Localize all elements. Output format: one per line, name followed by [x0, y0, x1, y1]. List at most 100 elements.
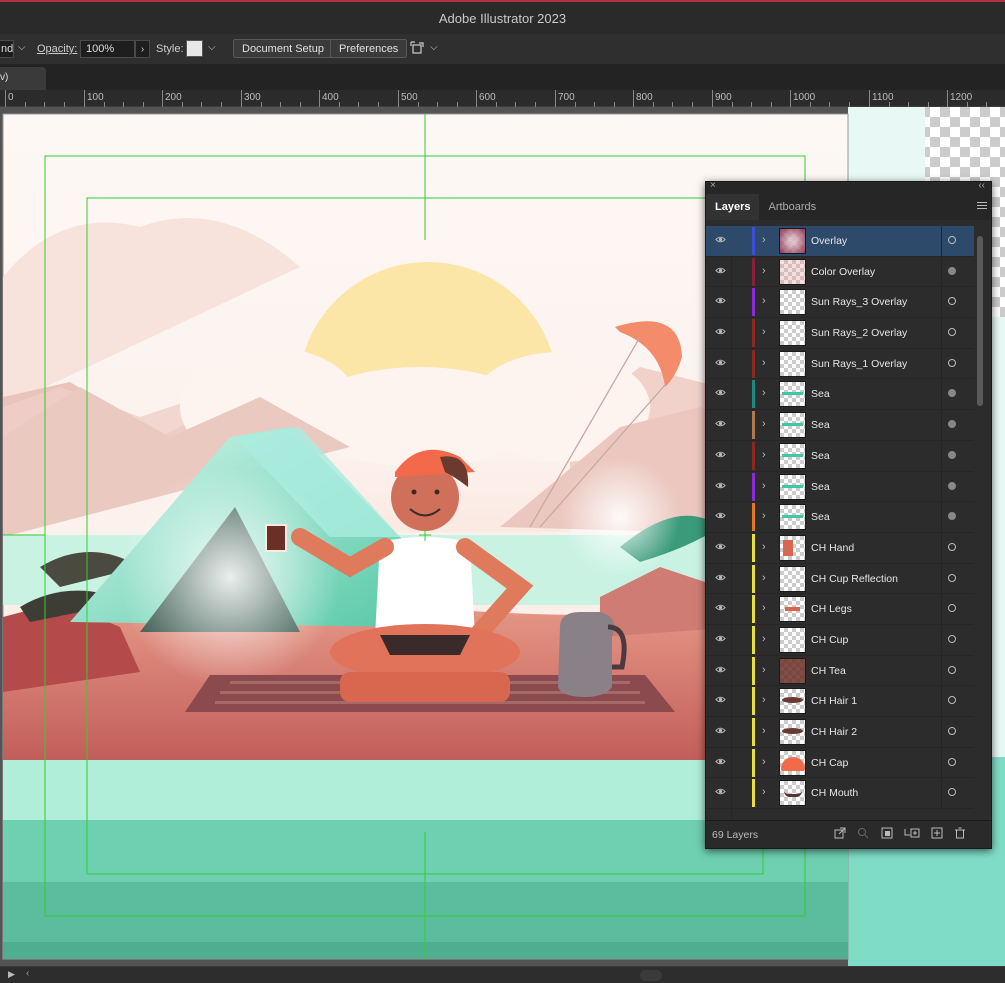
chevron-left-icon[interactable]: ‹ [26, 968, 29, 979]
target-icon[interactable] [948, 573, 956, 582]
horizontal-scroll-thumb[interactable] [640, 970, 662, 981]
document-tab[interactable]: v) [0, 67, 46, 90]
opacity-expand-button[interactable]: › [135, 40, 150, 58]
chevron-right-icon[interactable]: › [762, 510, 766, 522]
eye-icon[interactable] [715, 602, 726, 613]
layer-row[interactable]: › Overlay [706, 226, 974, 257]
eye-icon[interactable] [715, 357, 726, 368]
target-icon[interactable] [948, 328, 956, 337]
eye-icon[interactable] [715, 418, 726, 429]
layer-row[interactable]: › CH Hand [706, 532, 974, 564]
preferences-button[interactable]: Preferences [330, 39, 408, 58]
eye-icon[interactable] [715, 295, 726, 306]
new-sublayer-icon[interactable] [904, 827, 920, 839]
layer-row[interactable]: › CH Cup Reflection [706, 563, 974, 595]
eye-icon[interactable] [715, 510, 726, 521]
target-icon[interactable] [948, 236, 956, 244]
new-layer-icon[interactable] [931, 827, 943, 839]
chevron-right-icon[interactable]: › [762, 602, 766, 614]
eye-icon[interactable] [715, 480, 726, 491]
layer-row[interactable]: › Sun Rays_2 Overlay [706, 318, 974, 349]
chevron-right-icon[interactable]: › [762, 480, 766, 492]
target-icon[interactable] [948, 727, 956, 735]
chevron-right-icon[interactable]: › [762, 357, 766, 369]
eye-icon[interactable] [715, 694, 726, 705]
chevron-right-icon[interactable]: › [762, 572, 766, 584]
target-icon[interactable] [948, 420, 956, 429]
target-icon[interactable] [948, 512, 956, 521]
eye-icon[interactable] [715, 756, 726, 767]
target-icon[interactable] [948, 788, 956, 797]
panel-menu-icon[interactable] [977, 200, 987, 211]
scrollbar-thumb[interactable] [977, 236, 983, 406]
chevron-right-icon[interactable]: › [762, 326, 766, 338]
layer-row[interactable]: › Sea [706, 502, 974, 533]
chevron-down-icon[interactable]: ⌵ [430, 42, 438, 53]
chevron-right-icon[interactable]: › [762, 387, 766, 399]
chevron-right-icon[interactable]: › [762, 265, 766, 277]
tab-artboards[interactable]: Artboards [759, 194, 825, 220]
export-icon[interactable] [834, 827, 846, 839]
eye-icon[interactable] [715, 387, 726, 398]
target-icon[interactable] [948, 481, 956, 490]
style-swatch[interactable] [186, 40, 203, 57]
layer-row[interactable]: › Sea [706, 440, 974, 472]
layer-row[interactable]: › Sea [706, 471, 974, 503]
layer-row[interactable]: › CH Mouth [706, 778, 974, 810]
target-icon[interactable] [948, 450, 956, 459]
target-icon[interactable] [948, 358, 956, 367]
arrange-documents-icon[interactable] [410, 40, 426, 56]
chevron-right-icon[interactable]: › [762, 725, 766, 737]
target-icon[interactable] [948, 665, 956, 674]
chevron-right-icon[interactable]: › [762, 449, 766, 461]
layer-row[interactable]: › CH Hair 1 [706, 686, 974, 717]
clipping-mask-icon[interactable] [881, 827, 893, 839]
layer-row[interactable]: › CH Cup [706, 624, 974, 656]
layer-row[interactable]: › CH Cap [706, 747, 974, 779]
layer-row[interactable]: › CH Hair 2 [706, 717, 974, 748]
eye-icon[interactable] [715, 541, 726, 552]
target-icon[interactable] [948, 696, 956, 705]
layer-list-scrollbar[interactable] [975, 228, 985, 820]
layer-row[interactable]: › CH Legs [706, 594, 974, 625]
chevron-right-icon[interactable]: › [762, 295, 766, 307]
layer-row[interactable]: › Color Overlay [706, 256, 974, 288]
eye-icon[interactable] [715, 664, 726, 675]
opacity-field[interactable]: 100% [80, 40, 135, 58]
collapse-icon[interactable]: ‹‹ [978, 180, 985, 191]
chevron-right-icon[interactable]: › [762, 633, 766, 645]
eye-icon[interactable] [715, 633, 726, 644]
search-icon[interactable] [857, 827, 869, 839]
eye-icon[interactable] [715, 725, 726, 736]
document-setup-button[interactable]: Document Setup [233, 39, 333, 58]
target-icon[interactable] [948, 542, 956, 551]
close-icon[interactable]: × [710, 180, 716, 191]
target-icon[interactable] [948, 634, 956, 643]
blend-mode-select[interactable]: nd [0, 40, 14, 58]
chevron-right-icon[interactable]: › [762, 664, 766, 676]
layer-row[interactable]: › CH Tea [706, 655, 974, 687]
target-icon[interactable] [948, 297, 956, 306]
horizontal-ruler[interactable]: 0 100 200 300 400 500 600 700 800 900 1000 1100 1200 [0, 90, 1005, 107]
chevron-right-icon[interactable]: › [762, 694, 766, 706]
chevron-right-icon[interactable]: › [762, 234, 766, 246]
delete-icon[interactable] [954, 827, 966, 839]
chevron-down-icon[interactable]: ⌵ [18, 42, 26, 53]
eye-icon[interactable] [715, 265, 726, 276]
eye-icon[interactable] [715, 572, 726, 583]
layer-row[interactable]: › Sea [706, 379, 974, 411]
eye-icon[interactable] [715, 234, 726, 245]
chevron-down-icon[interactable]: ⌵ [208, 42, 216, 53]
target-icon[interactable] [948, 757, 956, 766]
eye-icon[interactable] [715, 786, 726, 797]
chevron-right-icon[interactable]: › [762, 541, 766, 553]
chevron-right-icon[interactable]: › [762, 756, 766, 768]
layer-row[interactable]: › Sun Rays_3 Overlay [706, 287, 974, 319]
layer-row[interactable]: › Sea [706, 410, 974, 441]
target-icon[interactable] [948, 266, 956, 275]
play-icon[interactable]: ▶ [8, 969, 15, 980]
layer-row[interactable]: › Sun Rays_1 Overlay [706, 348, 974, 380]
tab-layers[interactable]: Layers [706, 194, 760, 220]
target-icon[interactable] [948, 604, 956, 613]
target-icon[interactable] [948, 389, 956, 398]
